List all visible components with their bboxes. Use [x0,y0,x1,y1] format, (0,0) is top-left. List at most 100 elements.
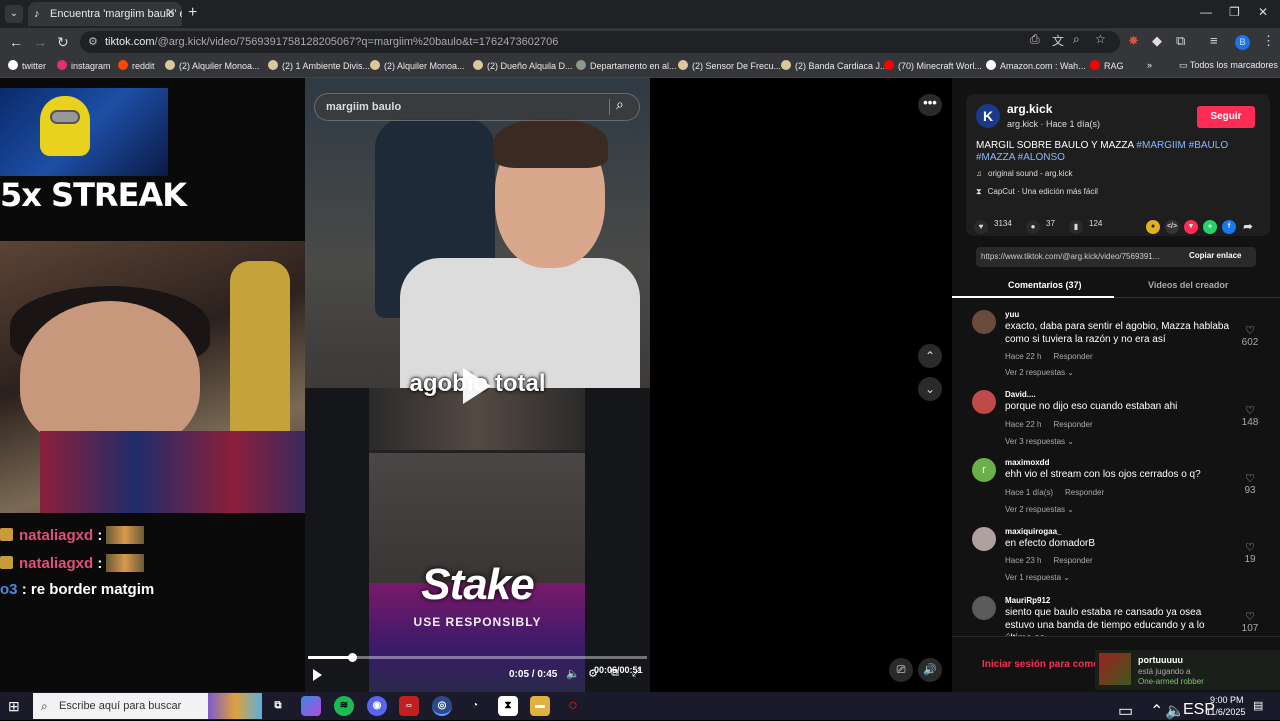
tab-search-button[interactable]: ⌄ [5,5,23,23]
bookmark-item[interactable]: Amazon.com : Wah... [986,60,1086,71]
copy-link-button[interactable]: Copiar enlace [1189,251,1241,260]
file-explorer-icon[interactable]: ▬ [530,696,550,716]
app-icon[interactable]: ▭ [399,696,419,716]
avatar[interactable] [972,596,996,620]
bookmark-item[interactable]: (70) Minecraft Worl... [884,60,982,71]
bookmark-item[interactable]: (2) Dueño Alquila D... [473,60,573,71]
bookmark-item[interactable]: twitter [8,60,46,71]
whatsapp-icon[interactable]: ● [1203,220,1217,234]
comment-action[interactable]: ● 37 [1026,219,1055,234]
sound-row[interactable]: ♫ original sound - arg.kick [976,169,1072,178]
view-replies-button[interactable]: Ver 2 respuestas ⌄ [1005,505,1074,514]
network-icon[interactable]: ▭ [1118,701,1133,721]
view-replies-button[interactable]: Ver 3 respuestas ⌄ [1005,437,1074,446]
coin-share-icon[interactable]: ● [1146,220,1160,234]
bookmark-item[interactable]: (2) Alquiler Monoa... [165,60,260,71]
windows-start-icon[interactable]: ⊞ [8,698,20,715]
save-action[interactable]: ▮ 124 [1069,219,1102,234]
bookmark-item[interactable]: (2) 1 Ambiente Divis... [268,60,370,71]
opera-icon[interactable]: ○ [563,696,583,716]
avatar[interactable] [972,390,996,414]
captions-button[interactable]: ⎚ [889,658,913,682]
comment-like[interactable]: ♡ 148 [1238,404,1262,428]
bookmark-item[interactable]: reddit [118,60,155,71]
pip-icon[interactable]: ⧉ [611,667,619,680]
extension-icon[interactable]: ◆ [1152,33,1162,49]
embed-icon[interactable]: </> [1165,220,1179,234]
bookmark-item[interactable]: (2) Sensor De Frecu... [678,60,781,71]
address-bar[interactable]: ⚙ tiktok.com/@arg.kick/video/75693917581… [80,31,1120,53]
bookmark-star-icon[interactable]: ☆ [1095,32,1106,46]
bookmark-item[interactable]: (2) Banda Cardiaca J... [781,60,888,71]
view-replies-button[interactable]: Ver 1 respuesta ⌄ [1005,573,1070,582]
next-video-button[interactable]: ⌄ [918,377,942,401]
extensions-puzzle-icon[interactable]: ⧉ [1176,33,1185,49]
bookmark-item[interactable]: (2) Alquiler Monoa... [370,60,465,71]
view-replies-button[interactable]: Ver 2 respuestas ⌄ [1005,368,1074,377]
spotify-icon[interactable]: ≋ [334,696,354,716]
comment-like[interactable]: ♡ 19 [1238,541,1262,565]
site-info-icon[interactable]: ⚙ [88,35,98,48]
copilot-icon[interactable] [301,696,321,716]
share-link-text[interactable]: https://www.tiktok.com/@arg.kick/video/7… [981,252,1179,261]
restore-icon[interactable]: ❐ [1229,5,1240,19]
close-window-icon[interactable]: ✕ [1258,5,1268,19]
avatar[interactable] [972,310,996,334]
volume-tray-icon[interactable]: 🔈 [1165,701,1185,721]
comment-username[interactable]: maximoxdd [1005,458,1049,467]
activity-toast[interactable]: portuuuuu está jugando a One-armed robbe… [1095,650,1280,690]
comment-like[interactable]: ♡ 107 [1238,610,1262,634]
more-options-button[interactable]: ••• [918,94,942,116]
progress-bar[interactable] [308,656,647,659]
reply-button[interactable]: Responder [1065,488,1104,497]
video-player[interactable]: agobio total Stake USE RESPONSIBLY margi… [305,78,650,692]
tab-creator-videos[interactable]: Videos del creador [1148,280,1228,290]
like-action[interactable]: ♥ 3134 [974,219,1012,234]
previous-video-button[interactable]: ⌃ [918,344,942,368]
media-control-icon[interactable]: ≡ [1210,33,1218,48]
comment-username[interactable]: yuu [1005,310,1019,319]
capcut-row[interactable]: ⧗ CapCut · Una edición más fácil [976,187,1098,197]
search-icon[interactable]: ⌕ [616,96,624,113]
bookmark-item[interactable]: instagram [57,60,111,71]
comment-username[interactable]: MauriRp912 [1005,596,1050,605]
profile-avatar[interactable]: B [1235,35,1250,50]
reply-button[interactable]: Responder [1053,352,1092,361]
obs-icon[interactable]: ◔ [465,696,485,716]
tray-chevron-icon[interactable]: ⌃ [1150,701,1163,721]
install-app-icon[interactable]: ⎙ [1030,32,1040,47]
settings-icon[interactable]: ⚙ [588,667,598,680]
menu-kebab-icon[interactable]: ⋮ [1262,33,1275,49]
extension-icon[interactable]: ✸ [1128,33,1139,49]
creator-name[interactable]: arg.kick [1007,102,1052,116]
minimize-icon[interactable]: — [1200,5,1212,19]
taskbar-search-input[interactable]: ⌕ Escribe aquí para buscar [33,693,262,719]
reload-icon[interactable]: ↻ [57,34,69,51]
avatar[interactable]: r [972,458,996,482]
avatar[interactable] [972,527,996,551]
send-icon[interactable]: ▼ [1184,220,1198,234]
search-input[interactable]: margiim baulo [314,93,640,121]
fullscreen-icon[interactable]: ⤢ [632,667,641,680]
volume-button[interactable]: 🔊 [918,658,942,682]
active-tab[interactable]: ♪ Encuentra 'margiim baulo' en TikTok [28,2,182,26]
close-tab-icon[interactable]: ✕ [166,6,1274,19]
play-icon[interactable] [463,368,491,404]
clock-time[interactable]: 9:00 PM [1210,695,1244,705]
progress-knob[interactable] [348,653,358,662]
zoom-icon[interactable]: ⌕ [1073,32,1080,47]
reply-button[interactable]: Responder [1053,420,1092,429]
bookmark-item[interactable]: RAG [1090,60,1124,71]
reply-button[interactable]: Responder [1053,556,1092,565]
clock-date[interactable]: 11/6/2025 [1206,707,1245,717]
comment-like[interactable]: ♡ 93 [1238,472,1262,496]
bookmarks-overflow-icon[interactable]: » [1147,60,1152,70]
volume-icon[interactable]: 🔈 [566,667,580,680]
bookmark-item[interactable]: Departamento en al... [576,60,677,71]
task-view-icon[interactable]: ⧉ [268,696,288,716]
tab-comments[interactable]: Comentarios (37) [1008,280,1082,290]
chrome-icon[interactable]: ◎ [432,696,452,716]
new-tab-button[interactable]: + [188,4,197,22]
facebook-icon[interactable]: f [1222,220,1236,234]
translate-icon[interactable]: 文 [1052,32,1064,49]
